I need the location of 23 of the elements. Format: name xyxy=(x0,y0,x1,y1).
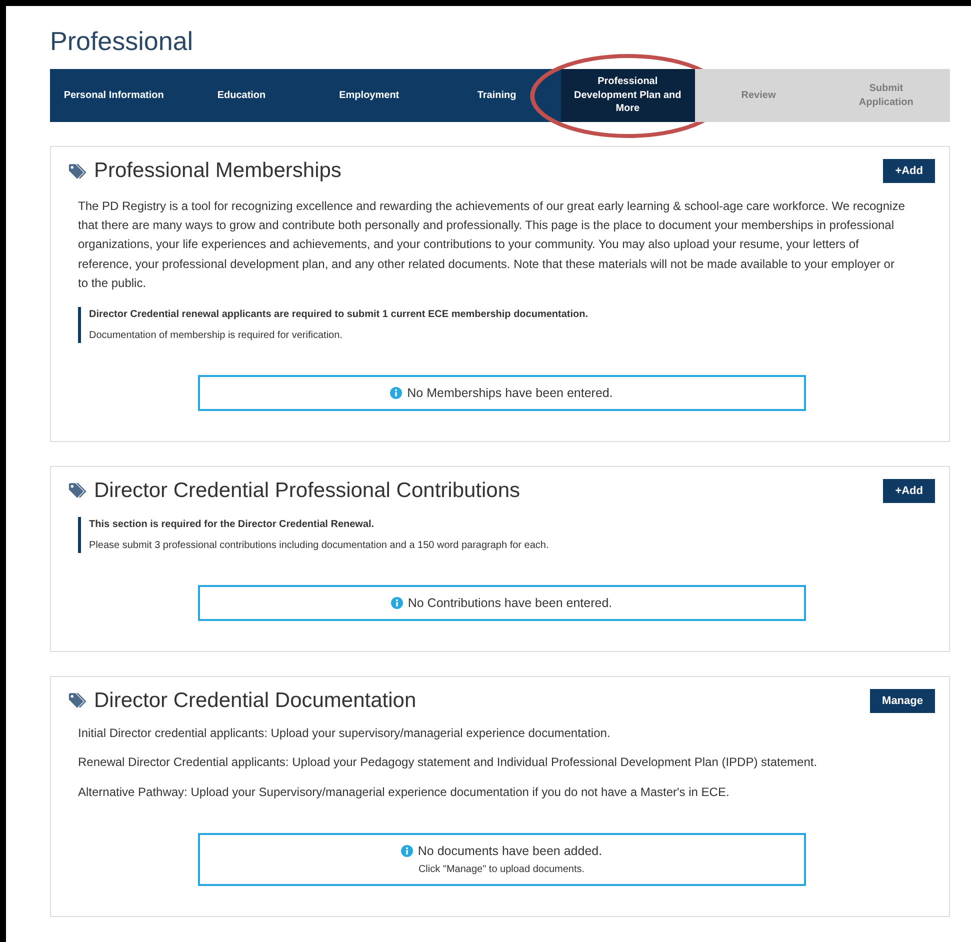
description-text: Renewal Director Credential applicants: Upload your Pedagogy statement and Individual Professional Development Plan (IPDP) statement. xyxy=(78,754,818,772)
info-icon xyxy=(400,845,413,858)
page-title: Professional xyxy=(50,26,194,57)
info-icon xyxy=(390,386,402,399)
empty-message: No Contributions have been entered. xyxy=(408,596,612,610)
info-icon xyxy=(390,596,403,609)
step-tab[interactable]: Professional Development Plan and More xyxy=(560,69,695,122)
callout-text: Documentation of membership is required for verification. xyxy=(89,330,344,341)
callout-heading: This section is required for the Director Credential Renewal. xyxy=(89,518,376,530)
callout-text: Please submit 3 professional contributions including documentation and a 150 word paragraph for each. xyxy=(89,540,550,551)
empty-message: No Memberships have been entered. xyxy=(407,386,613,400)
section-title: Director Credential Professional Contributions xyxy=(94,478,522,503)
description-text: Alternative Pathway: Upload your Supervisory/managerial experience documentation if you do not have a Master's in ECE. xyxy=(78,784,730,801)
empty-message: No documents have been added. xyxy=(418,844,602,858)
action-button[interactable]: +Add xyxy=(883,159,935,183)
description-text: The PD Registry is a tool for recognizing excellence and rewarding the achievements of our great early learning & school-age care workforce. We recognize that there are many ways to grow and contribute both personally and professionally. This page is the place to document your memberships in professional organizations, your life experiences and achievements, and your contributions to your community. You may also upload your resume, your letters of reference, your professional development plan, and any other related documents. Note that these materials will not be made available to your employer or to the public. xyxy=(78,198,905,292)
description-text: Initial Director credential applicants: Upload your supervisory/managerial experience documentation. xyxy=(78,724,612,742)
action-button[interactable]: +Add xyxy=(883,478,935,503)
section-title: Director Credential Documentation xyxy=(94,688,418,713)
action-button[interactable]: Manage xyxy=(870,688,935,713)
callout-heading: Director Credential renewal applicants are required to submit 1 current ECE membership documentation. xyxy=(89,308,590,320)
empty-hint: Click "Manage" to upload documents. xyxy=(417,864,586,876)
section-title: Professional Memberships xyxy=(94,159,342,183)
